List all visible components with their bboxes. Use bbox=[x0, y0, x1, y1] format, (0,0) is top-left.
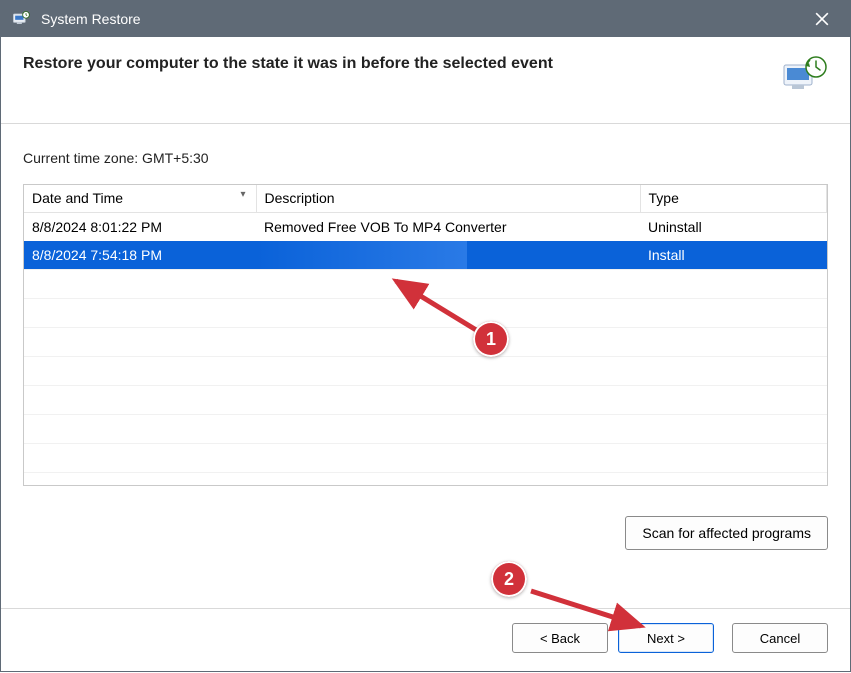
column-header-date-label: Date and Time bbox=[32, 190, 123, 206]
timezone-label: Current time zone: GMT+5:30 bbox=[23, 150, 828, 166]
scan-row: Scan for affected programs bbox=[23, 516, 828, 550]
window-title: System Restore bbox=[41, 11, 804, 27]
cell-description: Removed Free VOB To MP4 Converter bbox=[256, 213, 640, 242]
sort-desc-icon: ▾ bbox=[240, 189, 245, 200]
restore-points-table: Date and Time ▾ Description Type 8/8/202… bbox=[23, 184, 828, 486]
scan-affected-programs-button[interactable]: Scan for affected programs bbox=[625, 516, 828, 550]
wizard-footer: < Back Next > Cancel bbox=[1, 609, 850, 671]
cancel-button[interactable]: Cancel bbox=[732, 623, 828, 653]
back-button[interactable]: < Back bbox=[512, 623, 608, 653]
column-header-type-label: Type bbox=[649, 190, 679, 206]
column-header-description[interactable]: Description bbox=[256, 185, 640, 213]
column-header-type[interactable]: Type bbox=[640, 185, 827, 213]
wizard-main: Current time zone: GMT+5:30 Date and Tim… bbox=[1, 124, 850, 590]
titlebar: System Restore bbox=[1, 1, 850, 37]
cell-type: Uninstall bbox=[640, 213, 827, 242]
cell-date: 8/8/2024 8:01:22 PM bbox=[24, 213, 256, 242]
column-header-date[interactable]: Date and Time ▾ bbox=[24, 185, 256, 213]
close-button[interactable] bbox=[804, 1, 840, 37]
column-header-description-label: Description bbox=[265, 190, 335, 206]
cell-type: Install bbox=[640, 241, 827, 270]
table-row[interactable]: 8/8/2024 8:01:22 PM Removed Free VOB To … bbox=[24, 213, 827, 242]
system-restore-icon bbox=[11, 9, 31, 29]
wizard-header: Restore your computer to the state it wa… bbox=[1, 37, 850, 124]
cell-description bbox=[256, 241, 640, 270]
table-header-row: Date and Time ▾ Description Type bbox=[24, 185, 827, 213]
next-button[interactable]: Next > bbox=[618, 623, 714, 653]
restore-hero-icon bbox=[780, 55, 828, 95]
close-icon bbox=[815, 12, 829, 26]
cell-date: 8/8/2024 7:54:18 PM bbox=[24, 241, 256, 270]
table-row[interactable]: 8/8/2024 7:54:18 PM Install bbox=[24, 241, 827, 270]
page-heading: Restore your computer to the state it wa… bbox=[23, 55, 553, 73]
system-restore-window: System Restore Restore your computer to … bbox=[0, 0, 851, 672]
